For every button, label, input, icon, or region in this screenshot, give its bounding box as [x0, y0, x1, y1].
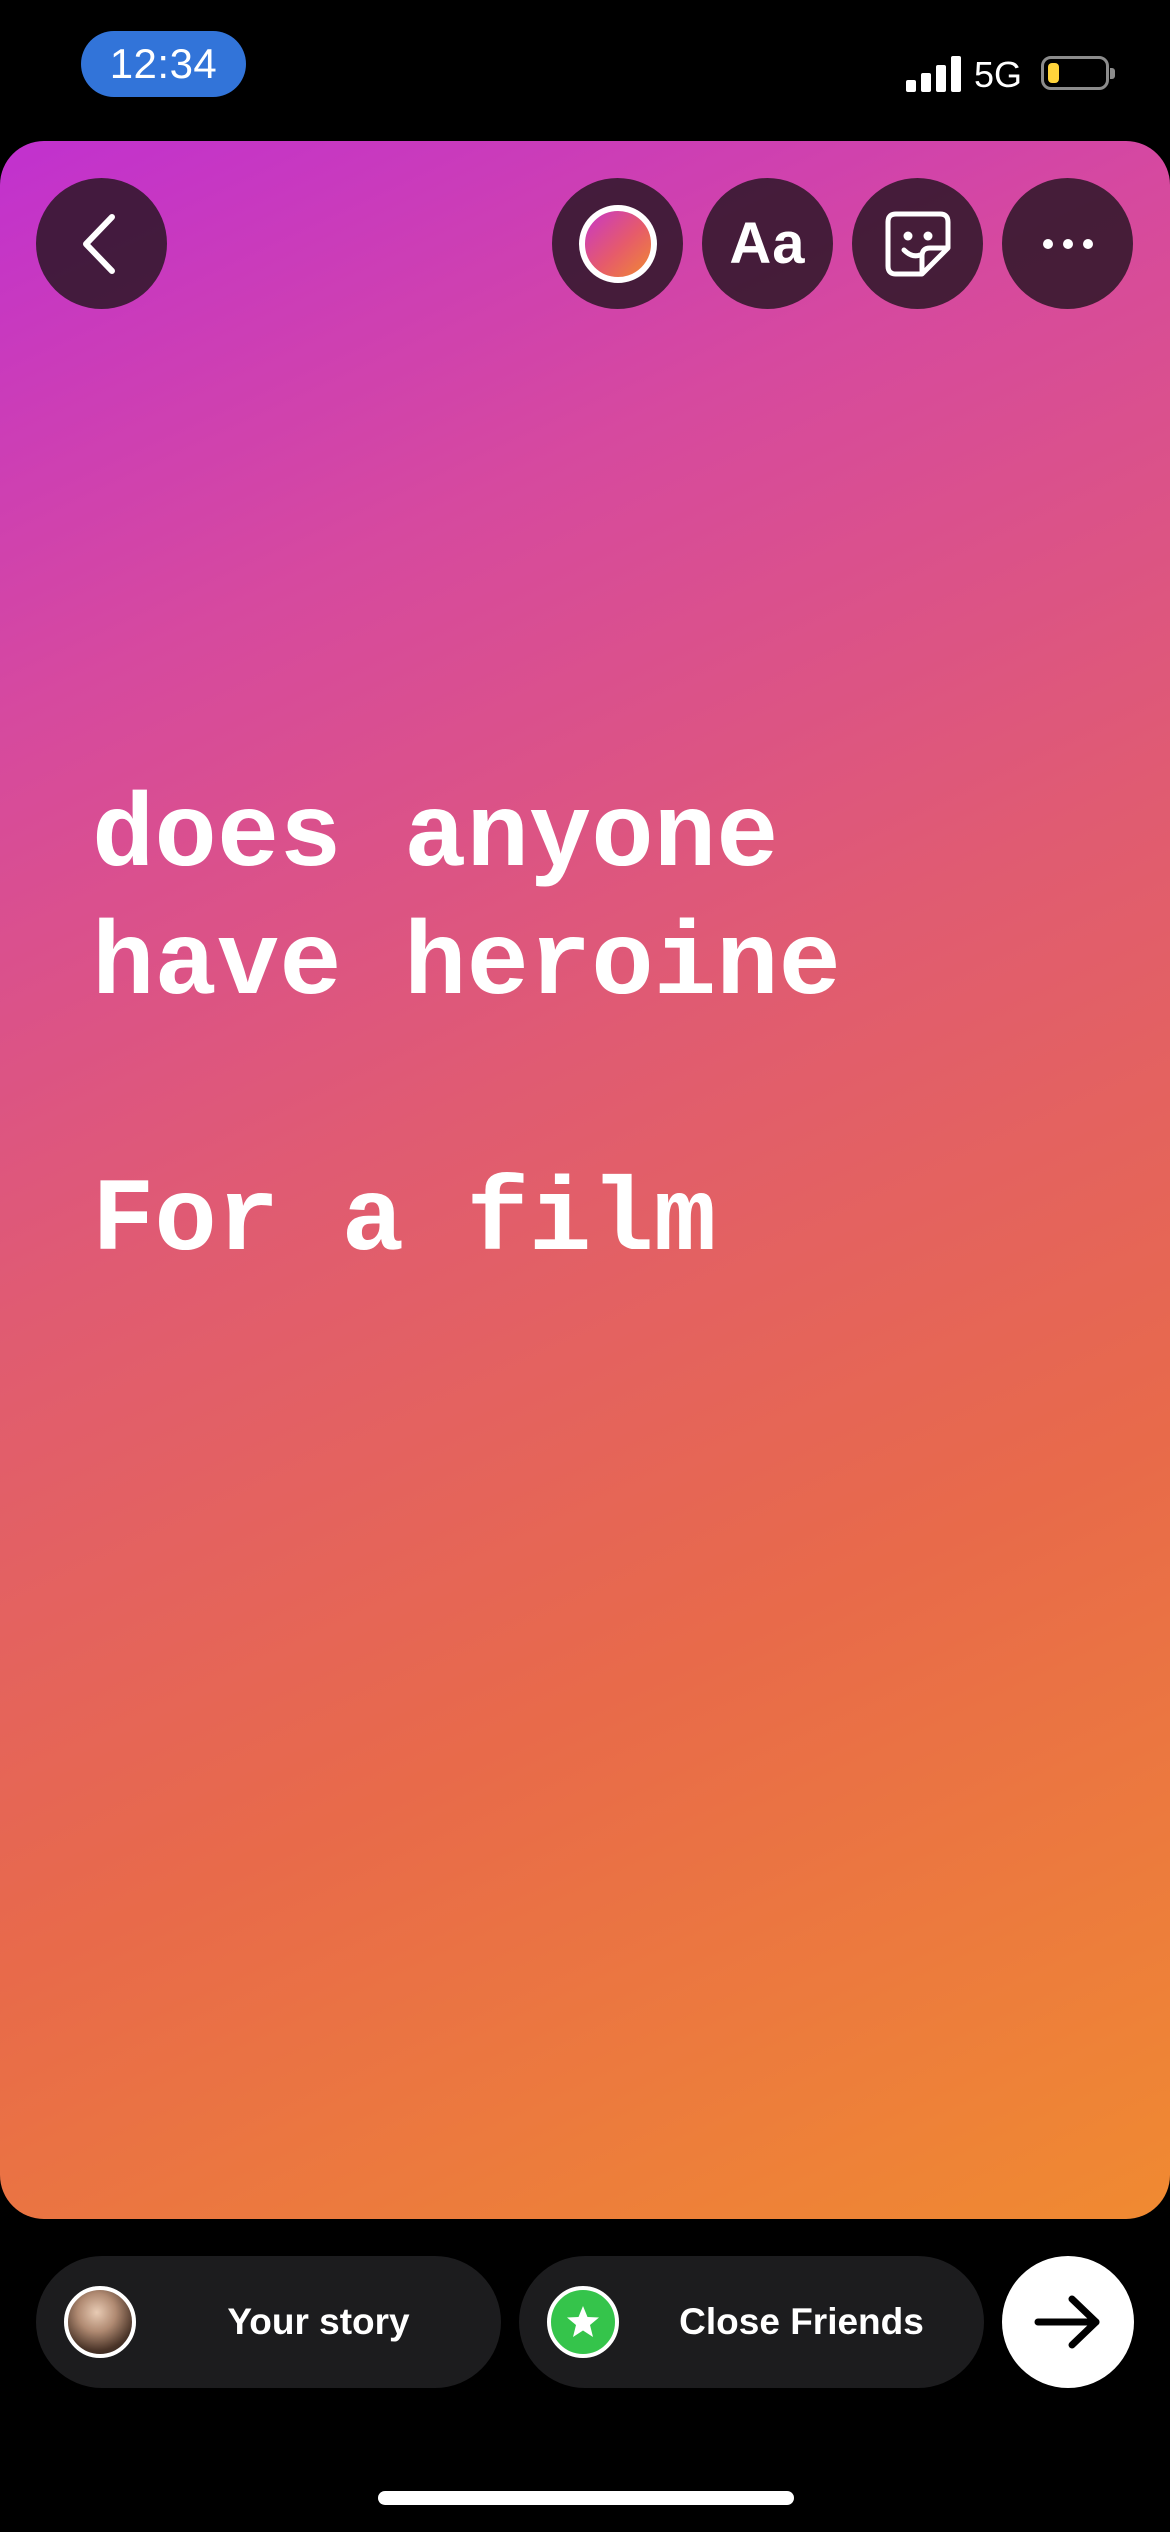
text-tool-button[interactable]: Aa: [702, 178, 833, 309]
sticker-icon: [885, 211, 950, 276]
background-color-button[interactable]: [552, 178, 683, 309]
sticker-button[interactable]: [852, 178, 983, 309]
close-friends-label: Close Friends: [679, 2301, 924, 2342]
more-options-button[interactable]: [1002, 178, 1133, 309]
avatar: [64, 2286, 136, 2358]
story-canvas[interactable]: Aa does anyone have heroine For a film: [0, 141, 1170, 2219]
close-friends-button[interactable]: Close Friends: [519, 2256, 984, 2388]
story-editor-screen: 12:34 5G Aa does anyone have heroine For…: [0, 0, 1170, 2532]
network-type: 5G: [974, 54, 1023, 95]
battery-icon: [1041, 56, 1115, 90]
your-story-button[interactable]: Your story: [36, 2256, 501, 2388]
battery-level: [1048, 63, 1059, 83]
status-time[interactable]: 12:34: [81, 31, 246, 97]
share-next-button[interactable]: [1002, 2256, 1134, 2388]
home-indicator[interactable]: [378, 2491, 794, 2505]
text-icon: Aa: [729, 211, 806, 276]
status-bar: 12:34 5G: [0, 0, 1170, 140]
color-swatch-icon: [578, 204, 657, 283]
star-icon: [547, 2286, 619, 2358]
cellular-signal-icon: [906, 56, 962, 92]
story-text[interactable]: does anyone have heroine For a film: [92, 774, 1092, 1286]
your-story-label: Your story: [227, 2301, 410, 2342]
back-icon: [82, 213, 115, 274]
more-icon: [1042, 238, 1093, 249]
arrow-right-icon: [1034, 2295, 1100, 2349]
back-button[interactable]: [36, 178, 167, 309]
